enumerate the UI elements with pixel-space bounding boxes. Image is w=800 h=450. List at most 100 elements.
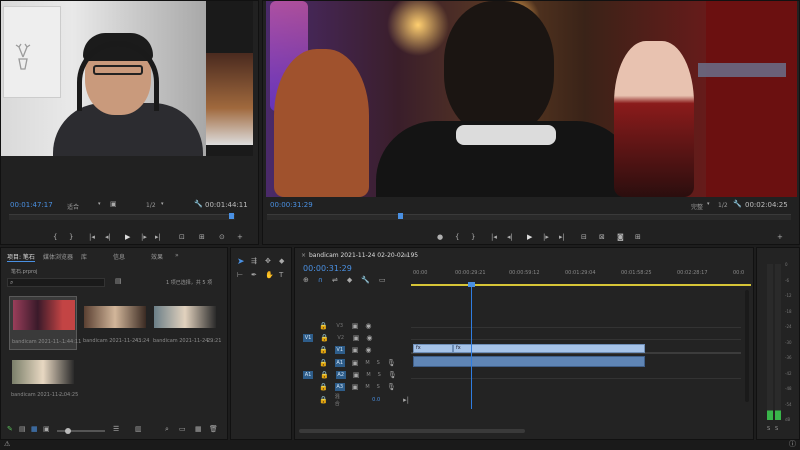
track-label[interactable]: V1	[334, 346, 345, 354]
slip-tool-icon[interactable]: ⊢	[237, 272, 243, 279]
source-playhead[interactable]	[229, 213, 234, 219]
solo-left-button[interactable]: S	[767, 426, 770, 432]
export-frame-icon[interactable]: ⊙	[219, 233, 225, 241]
go-to-in-icon[interactable]: |◂	[491, 233, 497, 241]
track-label[interactable]: A3	[334, 383, 345, 391]
go-to-out-icon[interactable]: ▸|	[559, 233, 565, 241]
go-to-end-icon[interactable]: ▸|	[403, 396, 409, 404]
go-to-out-icon[interactable]: ▸|	[155, 233, 161, 241]
program-scrub-bar[interactable]	[267, 213, 791, 220]
find-icon[interactable]: ⌕	[165, 426, 169, 433]
track-label[interactable]: A1	[334, 359, 345, 367]
mute-button[interactable]: M	[366, 372, 370, 378]
snap-icon[interactable]: ∩	[318, 276, 323, 285]
add-button-icon[interactable]: +	[237, 233, 243, 241]
razor-icon[interactable]: ◆	[279, 258, 284, 265]
lock-icon[interactable]: 🔒	[319, 359, 328, 367]
video-clip[interactable]: fx	[453, 344, 645, 353]
mark-in-icon[interactable]: {	[53, 233, 57, 241]
program-playhead[interactable]	[398, 213, 403, 219]
panel-menu-icon[interactable]: ≡	[403, 252, 408, 259]
lock-icon[interactable]: 🔒	[320, 334, 329, 342]
insert-icon[interactable]: ⊡	[179, 233, 185, 241]
panel-menu-icon[interactable]: »	[175, 252, 179, 262]
wrench-icon[interactable]: 🔧	[361, 276, 370, 285]
linked-selection-icon[interactable]: ⇌	[332, 276, 338, 285]
chevron-down-icon[interactable]: ▾	[707, 202, 710, 207]
nest-icon[interactable]: ⊕	[303, 276, 309, 285]
project-item[interactable]: bandicam 2021-11-... 1:44:11	[9, 296, 81, 350]
wrench-icon[interactable]: 🔧	[194, 201, 203, 208]
sync-icon[interactable]: ▣	[352, 322, 359, 330]
compare-icon[interactable]: ⊞	[635, 233, 641, 241]
audio-clip[interactable]	[413, 356, 645, 367]
track-label[interactable]: V3	[335, 322, 345, 330]
source-scrub-bar[interactable]	[9, 213, 235, 220]
tab-library[interactable]: 库	[81, 252, 87, 262]
step-forward-icon[interactable]: |▸	[141, 233, 147, 241]
time-ruler[interactable]: 00:00 00:00:29:21 00:00:59:12 00:01:29:0…	[411, 268, 751, 282]
lock-icon[interactable]: 🔒	[320, 371, 329, 379]
chevron-down-icon[interactable]: ▾	[161, 202, 164, 207]
pencil-icon[interactable]: ✎	[7, 426, 13, 433]
playhead-line[interactable]	[471, 284, 472, 409]
timeline-horizontal-scrollbar[interactable]	[299, 429, 525, 433]
track-select-icon[interactable]: ⇶	[251, 258, 257, 265]
pen-tool-icon[interactable]: ✒	[251, 272, 257, 279]
lock-icon[interactable]: 🔒	[319, 322, 328, 330]
freeform-view-icon[interactable]: ▣	[43, 426, 50, 433]
solo-button[interactable]: S	[378, 372, 381, 378]
zoom-slider[interactable]	[57, 428, 105, 434]
warning-icon[interactable]: ⚠	[4, 441, 10, 448]
icon-view-icon[interactable]: ▦	[31, 426, 38, 433]
new-bin-icon[interactable]: ▭	[179, 426, 186, 433]
lift-icon[interactable]: ⊟	[581, 233, 587, 241]
solo-button[interactable]: S	[377, 384, 380, 390]
overwrite-icon[interactable]: ⊞	[199, 233, 205, 241]
sync-icon[interactable]: ▣	[352, 383, 359, 391]
info-icon[interactable]: ⓘ	[789, 441, 796, 448]
close-icon[interactable]: ×	[301, 252, 306, 259]
source-patch-v[interactable]: V1	[303, 334, 313, 342]
mark-out-icon[interactable]: }	[471, 233, 475, 241]
program-ratio-select[interactable]: 1/2	[718, 202, 728, 209]
zoom-slider-handle[interactable]	[65, 428, 71, 434]
add-button-icon[interactable]: +	[777, 233, 783, 241]
project-search-input[interactable]: ⌕	[7, 278, 105, 287]
source-patch-a[interactable]: A1	[303, 371, 313, 379]
hand-tool-icon[interactable]: ✋	[265, 272, 274, 279]
solo-right-button[interactable]: S	[775, 426, 778, 432]
settings-panel-icon[interactable]: ▣	[110, 201, 117, 208]
extract-icon[interactable]: ⊠	[599, 233, 605, 241]
source-timecode[interactable]: 00:01:47:17	[10, 201, 53, 209]
mic-icon[interactable]: 🎙	[387, 383, 396, 391]
selection-tool-icon[interactable]: ➤	[237, 258, 245, 267]
track-label[interactable]: A2	[335, 371, 346, 379]
eye-icon[interactable]: ◉	[365, 322, 371, 330]
go-to-in-icon[interactable]: |◂	[89, 233, 95, 241]
source-fit-select[interactable]: 适合	[67, 202, 79, 211]
add-marker-icon[interactable]: ◆	[347, 276, 352, 285]
marker-icon[interactable]: ●	[437, 233, 443, 241]
mic-icon[interactable]: 🎙	[387, 359, 396, 367]
trash-icon[interactable]: 🗑	[209, 426, 218, 433]
automate-icon[interactable]: ▥	[135, 426, 142, 433]
lock-icon[interactable]: ▤	[19, 426, 26, 433]
step-back-icon[interactable]: ◂|	[507, 233, 513, 241]
play-icon[interactable]: ▶	[125, 233, 130, 241]
program-timecode[interactable]: 00:00:31:29	[270, 201, 313, 209]
sync-icon[interactable]: ▣	[352, 359, 359, 367]
source-ratio-select[interactable]: 1/2	[146, 202, 156, 209]
sync-icon[interactable]: ▣	[352, 346, 359, 354]
project-item[interactable]: bandicam 2021-11-24... 43:24	[81, 296, 149, 350]
mute-button[interactable]: M	[365, 384, 369, 390]
playhead-handle[interactable]	[468, 282, 475, 287]
sync-icon[interactable]: ▣	[353, 371, 360, 379]
mark-in-icon[interactable]: {	[455, 233, 459, 241]
new-bin-icon[interactable]: ▤	[115, 278, 122, 285]
play-icon[interactable]: ▶	[527, 233, 532, 241]
tab-media-browser[interactable]: 媒体浏览器	[43, 252, 73, 262]
mic-icon[interactable]: 🎙	[388, 371, 397, 379]
eye-icon[interactable]: ◉	[366, 334, 372, 342]
sync-icon[interactable]: ▣	[353, 334, 360, 342]
